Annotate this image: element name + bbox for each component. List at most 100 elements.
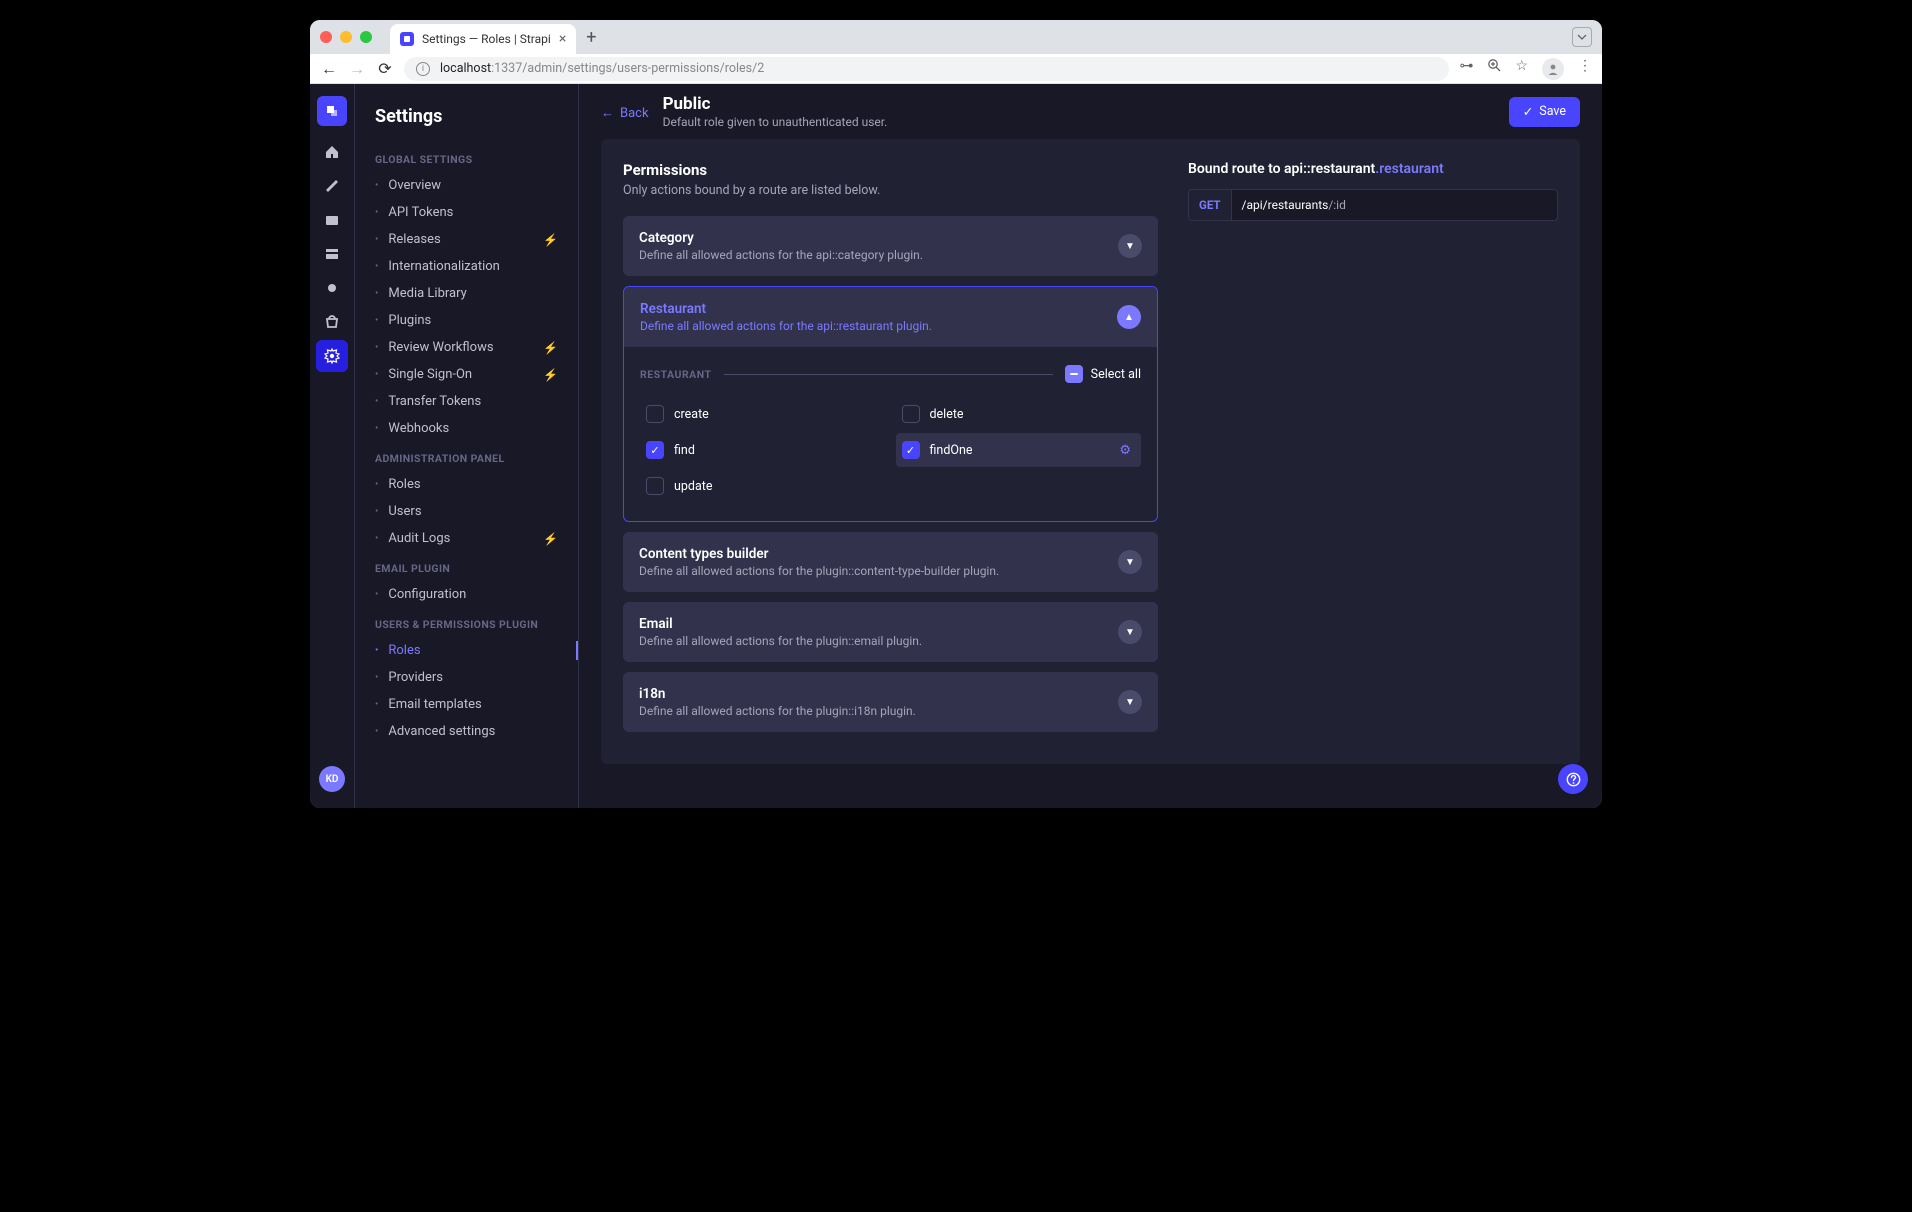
bolt-icon: ⚡ — [543, 233, 558, 247]
nav-builder-icon[interactable] — [316, 238, 348, 270]
sidebar-item-releases[interactable]: Releases⚡ — [355, 226, 578, 253]
save-label: Save — [1539, 104, 1566, 119]
save-button[interactable]: ✓ Save — [1509, 97, 1580, 127]
sidebar-item-providers[interactable]: Providers — [355, 664, 578, 691]
chevron-down-icon: ▼ — [1118, 550, 1142, 574]
sidebar-item-plugins[interactable]: Plugins — [355, 307, 578, 334]
sidebar-item-audit-logs[interactable]: Audit Logs⚡ — [355, 525, 578, 552]
tab-title: Settings — Roles | Strapi — [422, 32, 551, 46]
tab-close-icon[interactable]: × — [559, 31, 566, 47]
sidebar-item-roles[interactable]: Roles — [355, 471, 578, 498]
browser-tab[interactable]: Settings — Roles | Strapi × — [390, 24, 576, 54]
action-checkbox-create[interactable]: create — [640, 397, 886, 431]
browser-menu-icon[interactable]: ⋮ — [1578, 58, 1592, 80]
check-icon: ✓ — [1523, 104, 1533, 120]
nav-reload-icon[interactable]: ⟳ — [376, 59, 394, 78]
nav-forward-icon: → — [348, 59, 366, 79]
sidebar-item-users[interactable]: Users — [355, 498, 578, 525]
browser-address-bar: ← → ⟳ i localhost:1337/admin/settings/us… — [310, 54, 1602, 84]
panel-toggle[interactable]: Content types builderDefine all allowed … — [623, 532, 1158, 592]
sidebar-item-configuration[interactable]: Configuration — [355, 581, 578, 608]
action-checkbox-update[interactable]: update — [640, 469, 886, 503]
nav-home-icon[interactable] — [316, 136, 348, 168]
page-title: Public — [663, 94, 1495, 114]
sidebar-title: Settings — [355, 102, 578, 143]
action-checkbox-delete[interactable]: delete — [896, 397, 1142, 431]
arrow-left-icon: ← — [601, 105, 614, 121]
nav-plugins-icon[interactable] — [316, 272, 348, 304]
url-path: /admin/settings/users-permissions/roles/… — [522, 61, 764, 76]
bolt-icon: ⚡ — [543, 341, 558, 355]
help-button[interactable] — [1558, 764, 1588, 794]
url-input[interactable]: i localhost:1337/admin/settings/users-pe… — [404, 57, 1449, 81]
back-button[interactable]: ← Back — [601, 102, 649, 121]
site-info-icon[interactable]: i — [416, 62, 430, 76]
back-label: Back — [620, 106, 649, 121]
profile-avatar-icon[interactable] — [1542, 58, 1564, 80]
nav-content-icon[interactable] — [316, 170, 348, 202]
gear-icon[interactable]: ⚙ — [1119, 443, 1131, 458]
panel-toggle[interactable]: RestaurantDefine all allowed actions for… — [624, 287, 1157, 347]
bolt-icon: ⚡ — [543, 532, 558, 546]
window-minimize-icon[interactable] — [340, 31, 352, 43]
chevron-down-icon: ▼ — [1118, 620, 1142, 644]
permissions-panel-email: EmailDefine all allowed actions for the … — [623, 602, 1158, 662]
bookmark-star-icon[interactable]: ☆ — [1515, 58, 1528, 80]
action-checkbox-find[interactable]: ✓find — [640, 433, 886, 467]
permissions-panel-restaurant: RestaurantDefine all allowed actions for… — [623, 286, 1158, 522]
permissions-panel-category: CategoryDefine all allowed actions for t… — [623, 216, 1158, 276]
zoom-icon[interactable] — [1487, 58, 1501, 80]
checkbox-icon: ✓ — [646, 441, 664, 459]
permissions-title: Permissions — [623, 161, 1158, 179]
browser-tab-strip: Settings — Roles | Strapi × + — [310, 20, 1602, 54]
sidebar-item-roles[interactable]: Roles — [355, 637, 578, 664]
sidebar-item-transfer-tokens[interactable]: Transfer Tokens — [355, 388, 578, 415]
checkbox-icon — [646, 405, 664, 423]
sidebar-section-label: Administration Panel — [355, 442, 578, 471]
extensions-dropdown-icon[interactable] — [1572, 27, 1592, 47]
route-display: GET /api/restaurants/:id — [1188, 189, 1558, 221]
chevron-down-icon: ▼ — [1118, 690, 1142, 714]
nav-back-icon[interactable]: ← — [320, 59, 338, 79]
route-path: /api/restaurants/:id — [1232, 190, 1557, 220]
sidebar-item-webhooks[interactable]: Webhooks — [355, 415, 578, 442]
window-maximize-icon[interactable] — [360, 31, 372, 43]
panel-toggle[interactable]: CategoryDefine all allowed actions for t… — [623, 216, 1158, 276]
password-key-icon[interactable]: ⊶ — [1459, 58, 1473, 80]
window-close-icon[interactable] — [320, 31, 332, 43]
sidebar-item-review-workflows[interactable]: Review Workflows⚡ — [355, 334, 578, 361]
checkbox-icon — [1065, 365, 1083, 383]
select-all-checkbox[interactable]: Select all — [1065, 365, 1141, 383]
url-port: :1337 — [491, 61, 522, 76]
panel-toggle[interactable]: i18nDefine all allowed actions for the p… — [623, 672, 1158, 732]
strapi-favicon-icon — [400, 32, 414, 46]
nav-media-icon[interactable] — [316, 204, 348, 236]
user-avatar[interactable]: KD — [319, 766, 345, 792]
permissions-subtitle: Only actions bound by a route are listed… — [623, 183, 1158, 198]
permissions-panel-i18n: i18nDefine all allowed actions for the p… — [623, 672, 1158, 732]
sidebar-item-advanced-settings[interactable]: Advanced settings — [355, 718, 578, 745]
checkbox-icon — [902, 405, 920, 423]
checkbox-icon — [646, 477, 664, 495]
sidebar-item-internationalization[interactable]: Internationalization — [355, 253, 578, 280]
sidebar-item-api-tokens[interactable]: API Tokens — [355, 199, 578, 226]
action-checkbox-findone[interactable]: ✓findOne⚙ — [896, 433, 1142, 467]
main-nav-rail: KD — [310, 84, 355, 808]
new-tab-button[interactable]: + — [586, 27, 596, 48]
http-method-badge: GET — [1189, 190, 1232, 220]
sidebar-section-label: Global Settings — [355, 143, 578, 172]
nav-settings-icon[interactable] — [316, 340, 348, 372]
sidebar-item-overview[interactable]: Overview — [355, 172, 578, 199]
checkbox-icon: ✓ — [902, 441, 920, 459]
sidebar-item-single-sign-on[interactable]: Single Sign-On⚡ — [355, 361, 578, 388]
sidebar-item-media-library[interactable]: Media Library — [355, 280, 578, 307]
page-subtitle: Default role given to unauthenticated us… — [663, 115, 1495, 129]
panel-toggle[interactable]: EmailDefine all allowed actions for the … — [623, 602, 1158, 662]
chevron-up-icon: ▲ — [1117, 305, 1141, 329]
action-group-label: Restaurant — [640, 368, 712, 381]
sidebar-item-email-templates[interactable]: Email templates — [355, 691, 578, 718]
settings-sidebar: Settings Global SettingsOverviewAPI Toke… — [355, 84, 579, 808]
strapi-logo-icon[interactable] — [317, 96, 347, 126]
url-host: localhost — [440, 61, 491, 76]
nav-marketplace-icon[interactable] — [316, 306, 348, 338]
